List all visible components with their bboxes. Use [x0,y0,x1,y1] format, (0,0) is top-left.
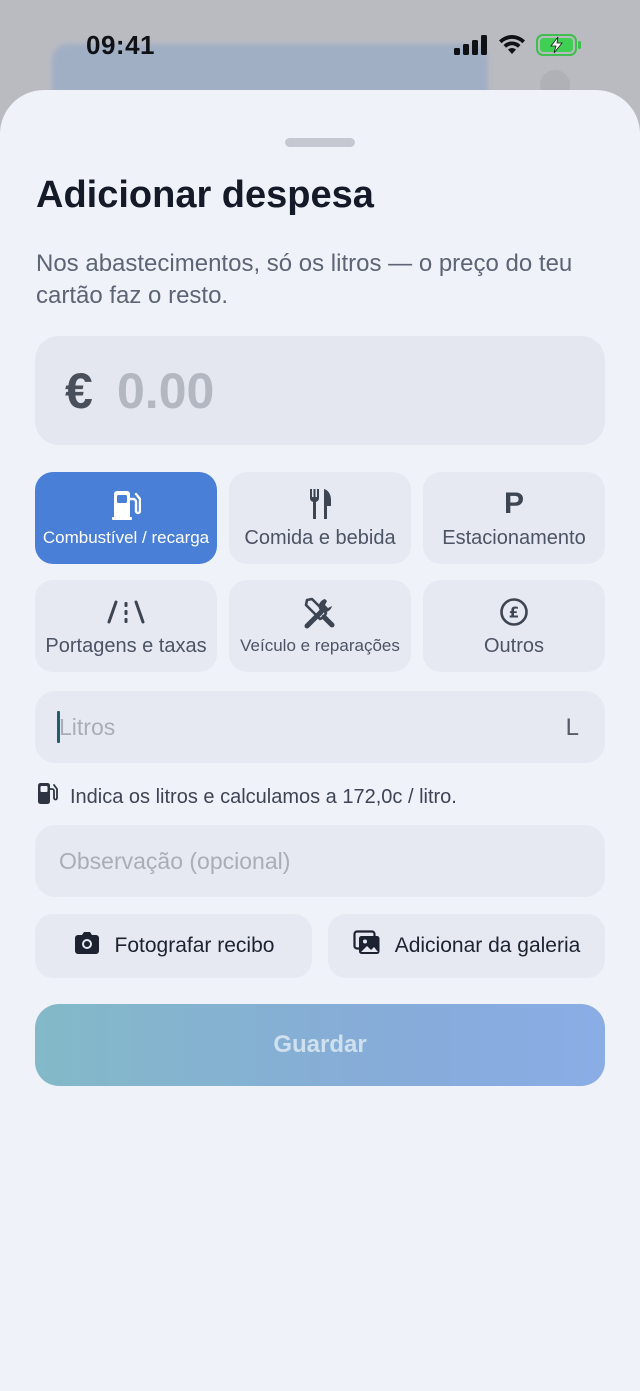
road-icon [107,595,145,629]
category-label: Combustível / recarga [42,528,210,547]
add-from-gallery-button[interactable]: Adicionar da galeria [328,914,605,978]
liters-unit: L [565,714,579,741]
fork-knife-icon [307,487,333,521]
category-label: Outros [483,634,545,657]
cellular-signal-icon [454,35,488,60]
camera-icon [73,931,101,961]
svg-text:£: £ [509,603,519,621]
category-fuel[interactable]: Combustível / recarga [35,472,217,564]
currency-symbol: € [65,363,93,419]
category-label: Comida e bebida [244,526,396,549]
fuel-pump-small-icon [36,782,58,812]
save-button[interactable]: Guardar [35,1004,605,1086]
gallery-icon [353,930,381,962]
category-other[interactable]: £ Outros [423,580,605,672]
note-placeholder: Observação (opcional) [59,848,291,874]
battery-charging-icon [536,34,582,61]
take-photo-button[interactable]: Fotografar recibo [35,914,312,978]
fuel-hint: Indica os litros e calculamos a 172,0c /… [36,782,457,812]
tools-icon [303,596,337,630]
coin-icon: £ [499,595,529,629]
add-from-gallery-label: Adicionar da galeria [394,934,581,957]
sheet-grabber[interactable] [285,138,355,147]
status-time: 09:41 [86,30,155,60]
liters-placeholder: Litros [59,714,116,740]
liters-input[interactable]: Litros L [35,691,605,763]
amount-placeholder: 0.00 [117,363,215,419]
category-label: Portagens e taxas [45,634,207,657]
category-label: Estacionamento [442,526,586,549]
category-label: Veículo e reparações [240,636,400,655]
parking-icon: P [504,487,524,521]
fuel-pump-icon [111,488,141,522]
category-food[interactable]: Comida e bebida [229,472,411,564]
category-parking[interactable]: P Estacionamento [423,472,605,564]
wifi-icon [498,35,526,60]
parking-glyph: P [503,486,524,520]
category-tolls[interactable]: Portagens e taxas [35,580,217,672]
amount-input[interactable]: € 0.00 [35,336,605,445]
sheet-title: Adicionar despesa [36,174,374,216]
fuel-hint-text: Indica os litros e calculamos a 172,0c /… [70,785,457,808]
status-bar: 09:41 [0,0,640,92]
sheet-subtitle: Nos abastecimentos, só os litros — o pre… [36,250,573,309]
category-vehicle[interactable]: Veículo e reparações [229,580,411,672]
status-icons [454,34,582,61]
add-expense-sheet: Adicionar despesa Nos abastecimentos, só… [0,90,640,1391]
note-input[interactable]: Observação (opcional) [35,825,605,897]
take-photo-label: Fotografar recibo [114,934,275,957]
